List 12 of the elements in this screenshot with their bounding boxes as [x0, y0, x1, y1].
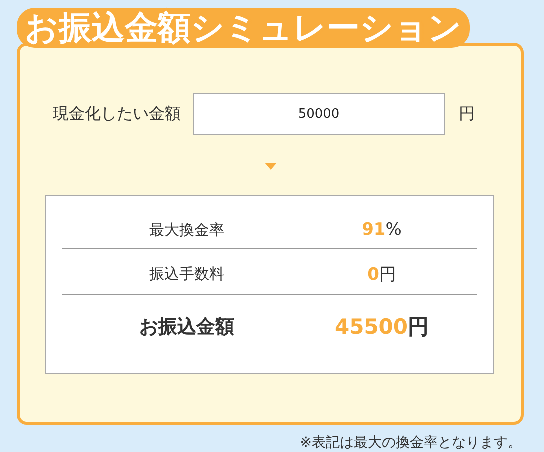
footnote: ※表記は最大の換金率となります。	[299, 434, 523, 452]
amount-label: 現金化したい金額	[53, 104, 181, 124]
amount-input[interactable]: 50000	[193, 93, 445, 135]
unit-label: 円	[459, 104, 475, 124]
result-label: 振込手数料	[148, 265, 226, 284]
down-triangle-icon	[264, 163, 276, 170]
page-title: お振込金額シミュレーション	[17, 8, 470, 48]
result-value: 45500円	[334, 314, 430, 341]
result-label: 最大換金率	[148, 220, 226, 240]
result-value: 0円	[366, 264, 398, 286]
result-label: お振込金額	[138, 315, 236, 340]
result-value: 91%	[361, 220, 403, 240]
